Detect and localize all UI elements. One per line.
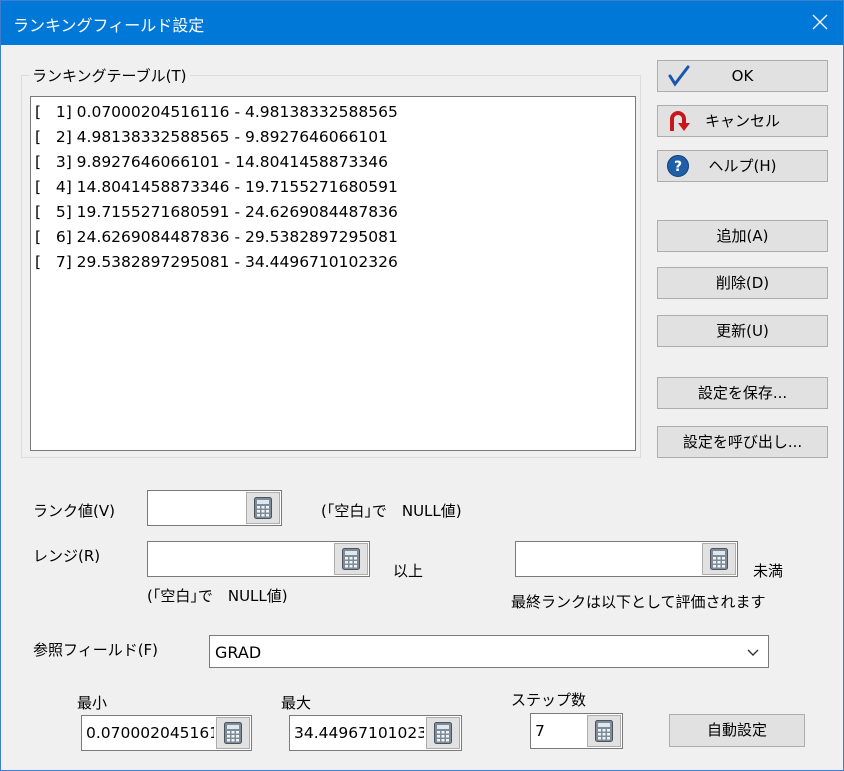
range-to-calculator-button[interactable] (702, 543, 736, 575)
svg-text:?: ? (674, 159, 682, 175)
max-calculator-button[interactable] (426, 717, 460, 749)
ranking-table-label: ランキングテーブル(T) (29, 65, 190, 86)
list-item[interactable]: [ 1] 0.07000204516116 - 4.98138332588565 (35, 100, 635, 125)
close-button[interactable] (797, 1, 843, 45)
auto-setting-label: 自動設定 (706, 721, 767, 739)
min-calculator-button[interactable] (216, 717, 250, 749)
list-item[interactable]: [ 3] 9.8927646066101 - 14.8041458873346 (35, 150, 635, 175)
steps-calculator-button[interactable] (587, 715, 621, 747)
auto-setting-button[interactable]: 自動設定 (669, 714, 805, 747)
reference-field-label: 参照フィールド(F) (33, 641, 159, 659)
chevron-down-icon (747, 649, 759, 656)
steps-value: 7 (535, 722, 545, 740)
range-from-input[interactable] (147, 541, 370, 577)
range-from-note: (｢空白｣で NULL値) (147, 587, 288, 605)
ranking-field-dialog: ランキングフィールド設定 ランキングテーブル(T) [ 1] 0.0700020… (0, 0, 844, 771)
window-title: ランキングフィールド設定 (13, 16, 205, 35)
steps-input[interactable]: 7 (530, 713, 623, 749)
delete-label: 削除(D) (715, 274, 770, 292)
cancel-button[interactable]: キャンセル (657, 105, 828, 137)
calculator-icon (254, 497, 272, 519)
range-label: レンジ(R) (33, 547, 101, 565)
range-to-suffix: 未満 (753, 562, 784, 580)
min-value: 0.07000204516116 (86, 724, 214, 742)
calculator-icon (342, 548, 360, 570)
save-settings-button[interactable]: 設定を保存... (657, 377, 828, 409)
load-settings-button[interactable]: 設定を呼び出し... (657, 426, 828, 458)
cancel-label: キャンセル (704, 112, 780, 130)
list-item[interactable]: [ 4] 14.8041458873346 - 19.7155271680591 (35, 175, 635, 200)
calculator-icon (710, 548, 728, 570)
help-label: ヘルプ(H) (708, 157, 777, 175)
reference-field-value: GRAD (215, 643, 262, 662)
add-label: 追加(A) (716, 227, 769, 245)
ranking-table-list[interactable]: [ 1] 0.07000204516116 - 4.98138332588565… (30, 96, 636, 451)
help-button[interactable]: ? ヘルプ(H) (657, 150, 828, 182)
update-button[interactable]: 更新(U) (657, 315, 828, 347)
list-item[interactable]: [ 5] 19.7155271680591 - 24.6269084487836 (35, 200, 635, 225)
calculator-icon (434, 722, 452, 744)
list-item[interactable]: [ 6] 24.6269084487836 - 29.5382897295081 (35, 225, 635, 250)
range-from-calculator-button[interactable] (334, 543, 368, 575)
range-to-input[interactable] (515, 541, 738, 577)
check-icon (668, 65, 690, 87)
rank-value-label: ランク値(V) (33, 502, 115, 520)
title-bar: ランキングフィールド設定 (1, 1, 843, 45)
reference-field-select[interactable]: GRAD (209, 635, 769, 668)
rank-value-input[interactable] (147, 490, 282, 526)
calculator-icon (595, 720, 613, 742)
delete-button[interactable]: 削除(D) (657, 267, 828, 299)
min-input[interactable]: 0.07000204516116 (81, 715, 252, 751)
help-icon: ? (667, 155, 689, 177)
max-value: 34.4496710102326 (294, 724, 424, 742)
save-settings-label: 設定を保存... (697, 384, 788, 402)
update-label: 更新(U) (716, 322, 769, 340)
max-input[interactable]: 34.4496710102326 (289, 715, 462, 751)
calculator-icon (224, 722, 242, 744)
min-label: 最小 (77, 694, 108, 712)
list-item[interactable]: [ 2] 4.98138332588565 - 9.8927646066101 (35, 125, 635, 150)
undo-arrow-icon (670, 111, 690, 131)
add-button[interactable]: 追加(A) (657, 220, 828, 252)
load-settings-label: 設定を呼び出し... (682, 433, 803, 451)
max-label: 最大 (281, 694, 312, 712)
list-item[interactable]: [ 7] 29.5382897295081 - 34.4496710102326 (35, 250, 635, 275)
rank-value-calculator-button[interactable] (246, 492, 280, 524)
close-icon (812, 14, 828, 30)
ok-button[interactable]: OK (657, 60, 828, 92)
range-to-note: 最終ランクは以下として評価されます (511, 593, 766, 611)
ok-label: OK (731, 67, 754, 85)
range-from-suffix: 以上 (393, 562, 424, 580)
steps-label: ステップ数 (511, 691, 587, 709)
rank-value-note: (｢空白｣で NULL値) (321, 502, 462, 520)
